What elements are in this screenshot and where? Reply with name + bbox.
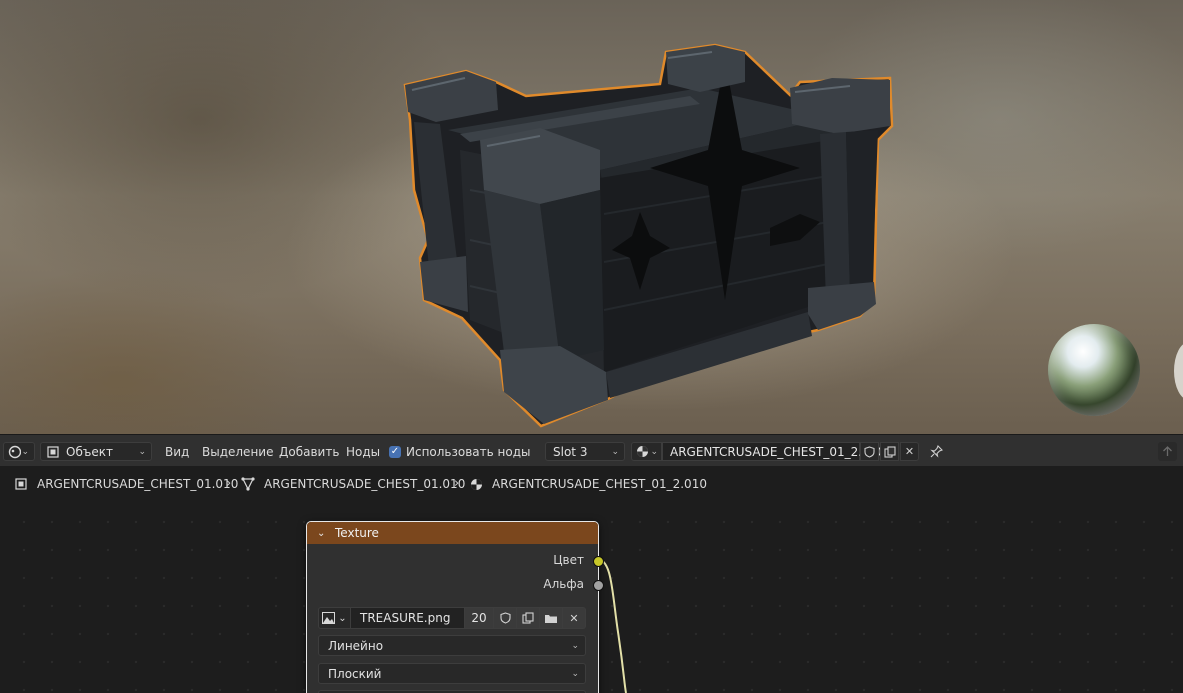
projection-value: Плоский <box>328 666 382 681</box>
menu-node[interactable]: Ноды <box>344 442 382 461</box>
material-icon <box>469 477 483 491</box>
image-datablock-selector: ⌄ TREASURE.png 20 ✕ <box>318 607 586 629</box>
menu-select[interactable]: Выделение <box>200 442 275 461</box>
image-icon <box>322 612 336 624</box>
mode-label: Объект <box>66 444 113 459</box>
upload-arrow-icon[interactable] <box>1158 442 1177 461</box>
object-mode-icon <box>47 445 59 458</box>
chevron-right-icon: › <box>226 476 232 491</box>
interpolation-value: Линейно <box>328 638 384 653</box>
use-nodes-label: Использовать ноды <box>406 444 531 459</box>
chevron-down-icon: ⌄ <box>571 640 579 651</box>
node-title: Texture <box>335 526 379 540</box>
material-name-field[interactable]: ARGENTCRUSADE_CHEST_01_2.010 <box>662 442 885 461</box>
slot-label: Slot 3 <box>553 444 588 459</box>
editor-type-button[interactable]: ⌄ <box>3 442 35 461</box>
breadcrumb-label: ARGENTCRUSADE_CHEST_01.010 <box>37 477 239 491</box>
chevron-down-icon: ⌄ <box>21 446 29 457</box>
interpolation-dropdown[interactable]: Линейно ⌄ <box>318 635 586 656</box>
hdri-preview-sphere <box>1048 324 1140 416</box>
mesh-icon <box>241 477 255 491</box>
mode-dropdown[interactable]: Объект ⌄ <box>40 442 152 461</box>
chevron-down-icon: ⌄ <box>138 446 146 457</box>
chevron-down-icon: ⌄ <box>338 612 347 624</box>
treasure-chest-model[interactable] <box>0 0 1183 434</box>
chevron-down-icon: ⌄ <box>611 446 619 457</box>
pin-icon[interactable] <box>927 442 946 461</box>
use-nodes-toggle[interactable]: ✓ Использовать ноды <box>389 442 531 461</box>
material-icon <box>637 446 648 457</box>
breadcrumb-label: ARGENTCRUSADE_CHEST_01.010 <box>264 477 466 491</box>
fake-user-shield-icon[interactable] <box>494 607 517 629</box>
material-browse-button[interactable]: ⌄ <box>631 442 662 461</box>
breadcrumb-material: ARGENTCRUSADE_CHEST_01_2.010 <box>469 477 707 491</box>
duplicate-icon[interactable] <box>517 607 540 629</box>
image-texture-node[interactable]: ⌄ Texture Цвет Альфа ⌄ TREASURE.png 20 ✕ <box>306 521 604 693</box>
output-alpha-label: Альфа <box>543 577 584 591</box>
breadcrumb-label: ARGENTCRUSADE_CHEST_01_2.010 <box>492 477 707 491</box>
collapse-chevron-icon[interactable]: ⌄ <box>317 528 329 539</box>
unlink-close-icon[interactable]: ✕ <box>900 442 919 461</box>
slot-dropdown[interactable]: Slot 3 ⌄ <box>545 442 625 461</box>
breadcrumb-mesh: ARGENTCRUSADE_CHEST_01.010 <box>241 477 465 491</box>
node-header[interactable]: ⌄ Texture <box>307 522 598 544</box>
image-name-field[interactable]: TREASURE.png <box>351 607 465 629</box>
chevron-right-icon: › <box>454 476 460 491</box>
alpha-output-socket[interactable] <box>593 580 604 591</box>
breadcrumb-object: ARGENTCRUSADE_CHEST_01.010 <box>14 477 238 491</box>
3d-viewport[interactable] <box>0 0 1183 434</box>
fake-user-shield-icon[interactable] <box>860 442 879 461</box>
unlink-close-icon[interactable]: ✕ <box>563 607 586 629</box>
menu-add[interactable]: Добавить <box>277 442 341 461</box>
object-icon <box>14 477 28 491</box>
menu-view[interactable]: Вид <box>163 442 191 461</box>
breadcrumb: ARGENTCRUSADE_CHEST_01.010 › ARGENTCRUSA… <box>0 466 1183 502</box>
open-folder-icon[interactable] <box>540 607 563 629</box>
duplicate-icon[interactable] <box>880 442 899 461</box>
checkbox-checked-icon[interactable]: ✓ <box>389 445 401 458</box>
chevron-down-icon: ⌄ <box>650 446 658 457</box>
image-users-count[interactable]: 20 <box>465 607 494 629</box>
chevron-down-icon: ⌄ <box>571 668 579 679</box>
image-browse-button[interactable]: ⌄ <box>318 607 351 629</box>
projection-dropdown[interactable]: Плоский ⌄ <box>318 663 586 684</box>
node-editor-header: ⌄ Объект ⌄ Вид Выделение Добавить Ноды ✓… <box>0 434 1183 467</box>
color-output-socket[interactable] <box>593 556 604 567</box>
node-canvas[interactable]: ⌄ Texture Цвет Альфа ⌄ TREASURE.png 20 ✕ <box>0 502 1183 693</box>
node-editor-icon <box>8 445 22 458</box>
output-color-label: Цвет <box>553 553 584 567</box>
